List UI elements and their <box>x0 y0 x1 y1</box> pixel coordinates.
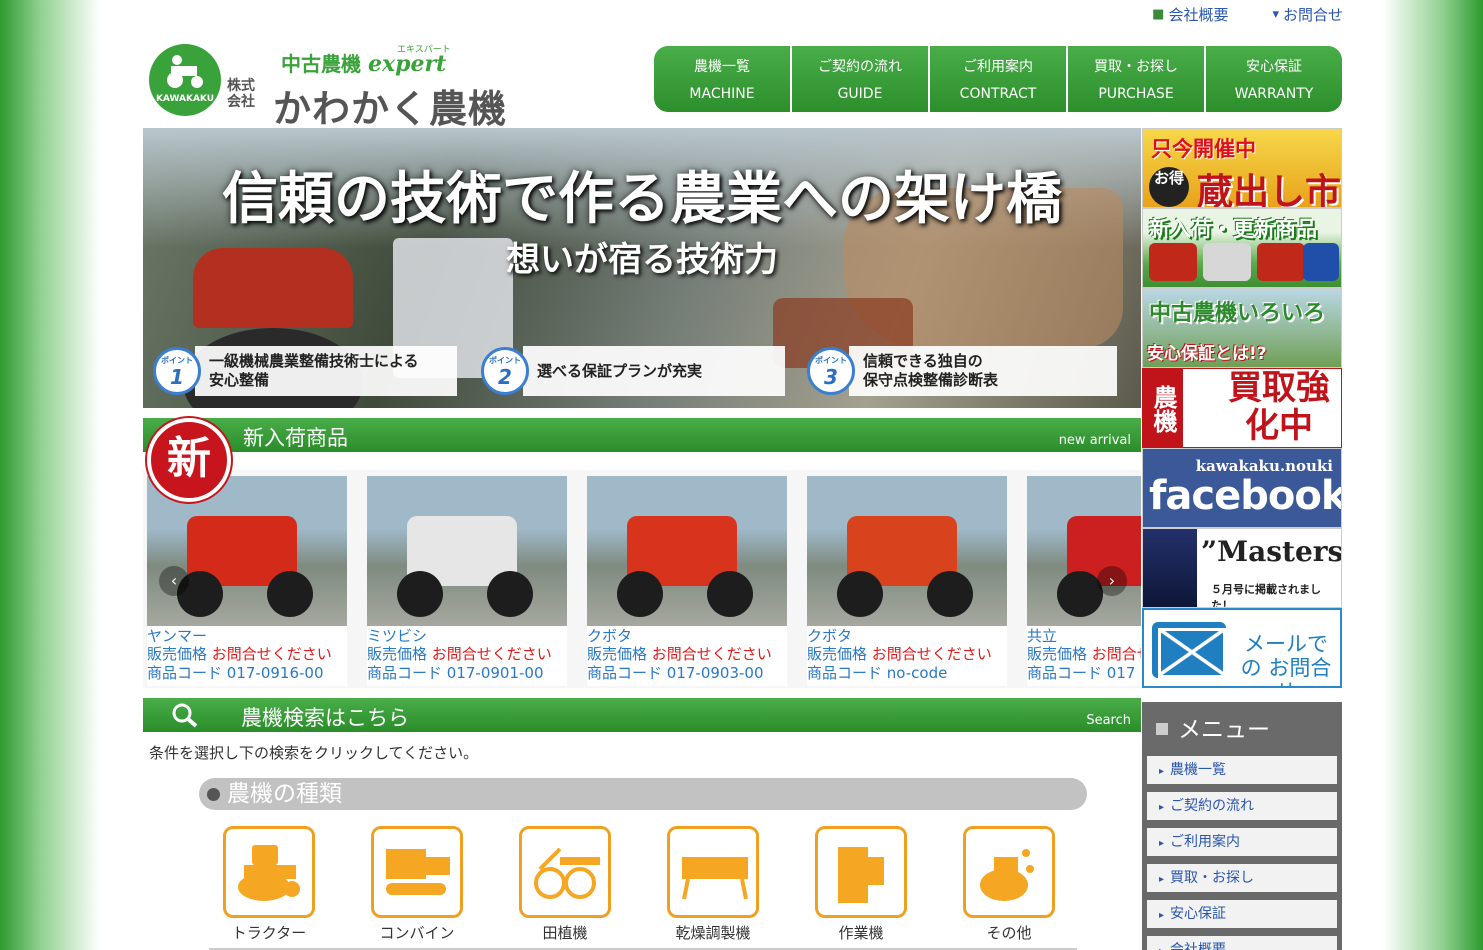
contact-link[interactable]: ▾ お問合せ <box>1272 4 1343 25</box>
new-badge: 新 <box>147 418 231 502</box>
point-badge-3: ポイント 3 <box>807 347 855 395</box>
product-card[interactable]: クボタ 販売価格 お問合せください 商品コード 017-0903-00 <box>587 476 787 686</box>
banner-facebook[interactable]: kawakaku.nouki facebook <box>1142 448 1342 528</box>
hero-banner: 信頼の技術で作る農業への架け橋 想いが宿る技術力 ポイント 1 一級機械農業整備技… <box>143 128 1141 408</box>
category-implement[interactable]: 作業機 <box>815 826 907 943</box>
chevron-down-icon: ▾ <box>1272 7 1279 22</box>
menu-item-machine[interactable]: 農機一覧 <box>1147 756 1337 784</box>
product-card[interactable]: ミツビシ 販売価格 お問合せください 商品コード 017-0901-00 <box>367 476 567 686</box>
nav-machine[interactable]: 農機一覧 MACHINE <box>654 46 792 112</box>
carousel-prev-button[interactable]: ‹ <box>159 566 189 596</box>
menu-title: メニュー <box>1142 702 1342 748</box>
product-photo <box>367 476 567 626</box>
banner-new-arrival[interactable]: 新入荷・更新商品 <box>1142 208 1342 288</box>
main-nav: 農機一覧 MACHINE ご契約の流れ GUIDE ご利用案内 CONTRACT 買取… <box>654 46 1342 112</box>
point-2: ポイント 2 選べる保証プランが充実 <box>481 344 785 398</box>
hero-title: 信頼の技術で作る農業への架け橋 <box>222 167 1062 232</box>
product-price: 販売価格 お問合せください <box>1027 645 1141 663</box>
menu-item-company[interactable]: 会社概要 <box>1147 936 1337 950</box>
banner-sale[interactable]: 只今開催中 お得 蔵出し市 <box>1142 128 1342 208</box>
tractor-small-icon: ■ <box>1152 7 1165 22</box>
nav-contract[interactable]: ご利用案内 CONTRACT <box>930 46 1068 112</box>
logo-mark: KAWAKAKU <box>149 44 221 116</box>
category-title: 農機の種類 <box>199 778 1087 810</box>
facebook-logo: facebook <box>1149 473 1342 519</box>
product-carousel: ヤンマー 販売価格 お問合せください 商品コード 017-0916-00 ミツビシ 販売… <box>143 470 1141 688</box>
side-banners: 只今開催中 お得 蔵出し市 新入荷・更新商品 中古農機いろいろ 安心保証とは!?… <box>1142 128 1342 688</box>
top-links: ■ 会社概要 ▾ お問合せ <box>1152 4 1343 25</box>
company-link[interactable]: ■ 会社概要 <box>1152 4 1228 25</box>
point-badge-2: ポイント 2 <box>481 347 529 395</box>
logo-name: かわかく農機 <box>273 87 508 131</box>
category-rice-planter[interactable]: 田植機 <box>519 826 611 943</box>
banner-buy[interactable]: 農機 買取強化中 <box>1142 368 1342 448</box>
point-3: ポイント 3 信頼できる独自の 保守点検整備診断表 <box>807 344 1117 398</box>
nav-guide[interactable]: ご契約の流れ GUIDE <box>792 46 930 112</box>
hero-subtitle: 想いが宿る技術力 <box>506 240 778 280</box>
product-maker[interactable]: 共立 <box>1027 627 1141 645</box>
new-arrival-header: 新入荷商品 new arrival <box>143 418 1141 452</box>
category-tractor[interactable]: トラクター <box>223 826 315 943</box>
product-card[interactable]: クボタ 販売価格 お問合せください 商品コード no-code <box>807 476 1007 686</box>
site-logo[interactable]: KAWAKAKU 株式 会社 エキスパート 中古農機 expert かわかく農機 <box>149 44 509 131</box>
nav-warranty[interactable]: 安心保証 WARRANTY <box>1206 46 1342 112</box>
page: ■ 会社概要 ▾ お問合せ KAWAKAKU 株式 会社 エキスパート 中古農機 e… <box>143 0 1343 950</box>
side-menu: メニュー 農機一覧 ご契約の流れ ご利用案内 買取・お探し 安心保証 会社概要 <box>1142 702 1342 950</box>
product-price: 販売価格 お問合せください <box>587 645 772 663</box>
product-photo <box>1027 476 1141 626</box>
banner-mail[interactable]: メールでの お問合せ <box>1142 608 1342 688</box>
product-price: 販売価格 お問合せください <box>367 645 552 663</box>
product-code: 商品コード 017-0903-00 <box>587 664 764 682</box>
nav-purchase[interactable]: 買取・お探し PURCHASE <box>1068 46 1206 112</box>
menu-item-guide[interactable]: ご契約の流れ <box>1147 792 1337 820</box>
product-price: 販売価格 お問合せください <box>807 645 992 663</box>
logo-subtitle: 中古農機 expert <box>281 51 447 77</box>
product-code: 商品コード 017-0901-00 <box>367 664 544 682</box>
menu-item-purchase[interactable]: 買取・お探し <box>1147 864 1337 892</box>
search-header: 農機検索はこちら Search <box>143 698 1141 732</box>
menu-item-warranty[interactable]: 安心保証 <box>1147 900 1337 928</box>
product-maker[interactable]: ミツビシ <box>367 627 567 645</box>
search-description: 条件を選択し下の検索をクリックしてください。 <box>149 744 479 762</box>
search-icon <box>172 703 198 728</box>
product-code: 商品コード 017 <box>1027 664 1136 682</box>
product-photo <box>587 476 787 626</box>
product-code: 商品コード no-code <box>807 664 948 682</box>
product-maker[interactable]: ヤンマー <box>147 627 347 645</box>
category-combine[interactable]: コンバイン <box>371 826 463 943</box>
product-maker[interactable]: クボタ <box>587 627 787 645</box>
logo-tractor-icon <box>167 55 203 88</box>
banner-masters[interactable]: ”Masters” ５月号に掲載されました！ <box>1142 528 1342 608</box>
product-photo <box>807 476 1007 626</box>
menu-item-contract[interactable]: ご利用案内 <box>1147 828 1337 856</box>
product-code: 商品コード 017-0916-00 <box>147 664 324 682</box>
point-badge-1: ポイント 1 <box>153 347 201 395</box>
magazine-cover-image <box>1143 529 1197 607</box>
product-maker[interactable]: クボタ <box>807 627 1007 645</box>
carousel-next-button[interactable]: › <box>1097 566 1127 596</box>
mail-icon <box>1152 622 1226 678</box>
category-dryer[interactable]: 乾燥調製機 <box>667 826 759 943</box>
banner-various[interactable]: 中古農機いろいろ 安心保証とは!? <box>1142 288 1342 368</box>
product-price: 販売価格 お問合せください <box>147 645 332 663</box>
category-other[interactable]: その他 <box>963 826 1055 943</box>
point-1: ポイント 1 一級機械農業整備技術士による 安心整備 <box>153 344 457 398</box>
